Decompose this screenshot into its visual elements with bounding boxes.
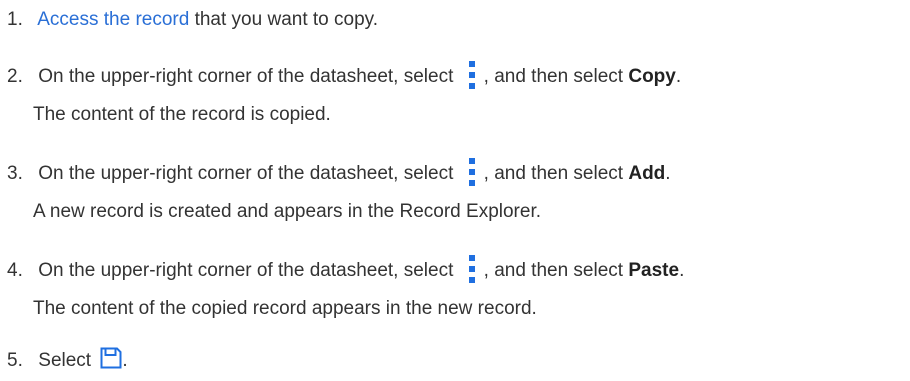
access-record-link[interactable]: Access the record	[37, 9, 189, 30]
step-text: that you want to copy.	[189, 9, 379, 30]
step-text: On the upper-right corner of the datashe…	[38, 66, 454, 87]
step-4: 4. On the upper-right corner of the data…	[0, 255, 684, 283]
more-options-icon[interactable]	[467, 255, 477, 283]
step-2: 2. On the upper-right corner of the data…	[0, 61, 681, 89]
step-punctuation: .	[122, 350, 128, 371]
step-3: 3. On the upper-right corner of the data…	[0, 158, 671, 186]
step-text: On the upper-right corner of the datashe…	[38, 260, 454, 281]
step-4-result: The content of the copied record appears…	[33, 298, 537, 319]
step-text: , and then select	[483, 260, 629, 281]
step-punctuation: .	[665, 163, 671, 184]
menu-item-paste-label: Paste	[628, 260, 680, 281]
step-punctuation: .	[679, 260, 685, 281]
step-punctuation: .	[675, 66, 682, 87]
step-number: 4.	[7, 260, 23, 281]
step-number: 3.	[7, 163, 23, 184]
step-text: Select	[38, 350, 92, 371]
step-1: 1. Access the record that you want to co…	[0, 8, 378, 32]
step-number: 5.	[7, 350, 23, 371]
save-icon[interactable]	[100, 347, 122, 369]
step-3-result: A new record is created and appears in t…	[33, 201, 542, 222]
step-text: , and then select	[483, 163, 629, 184]
step-text: On the upper-right corner of the datashe…	[38, 163, 454, 184]
menu-item-add-label: Add	[628, 163, 666, 184]
step-2-result: The content of the record is copied.	[33, 104, 331, 125]
step-number: 2.	[7, 66, 23, 87]
step-text: , and then select	[483, 66, 629, 87]
more-options-icon[interactable]	[467, 61, 477, 89]
menu-item-copy-label: Copy	[628, 66, 676, 87]
step-number: 1.	[7, 9, 23, 30]
step-5: 5. Select .	[0, 347, 128, 373]
more-options-icon[interactable]	[467, 158, 477, 186]
